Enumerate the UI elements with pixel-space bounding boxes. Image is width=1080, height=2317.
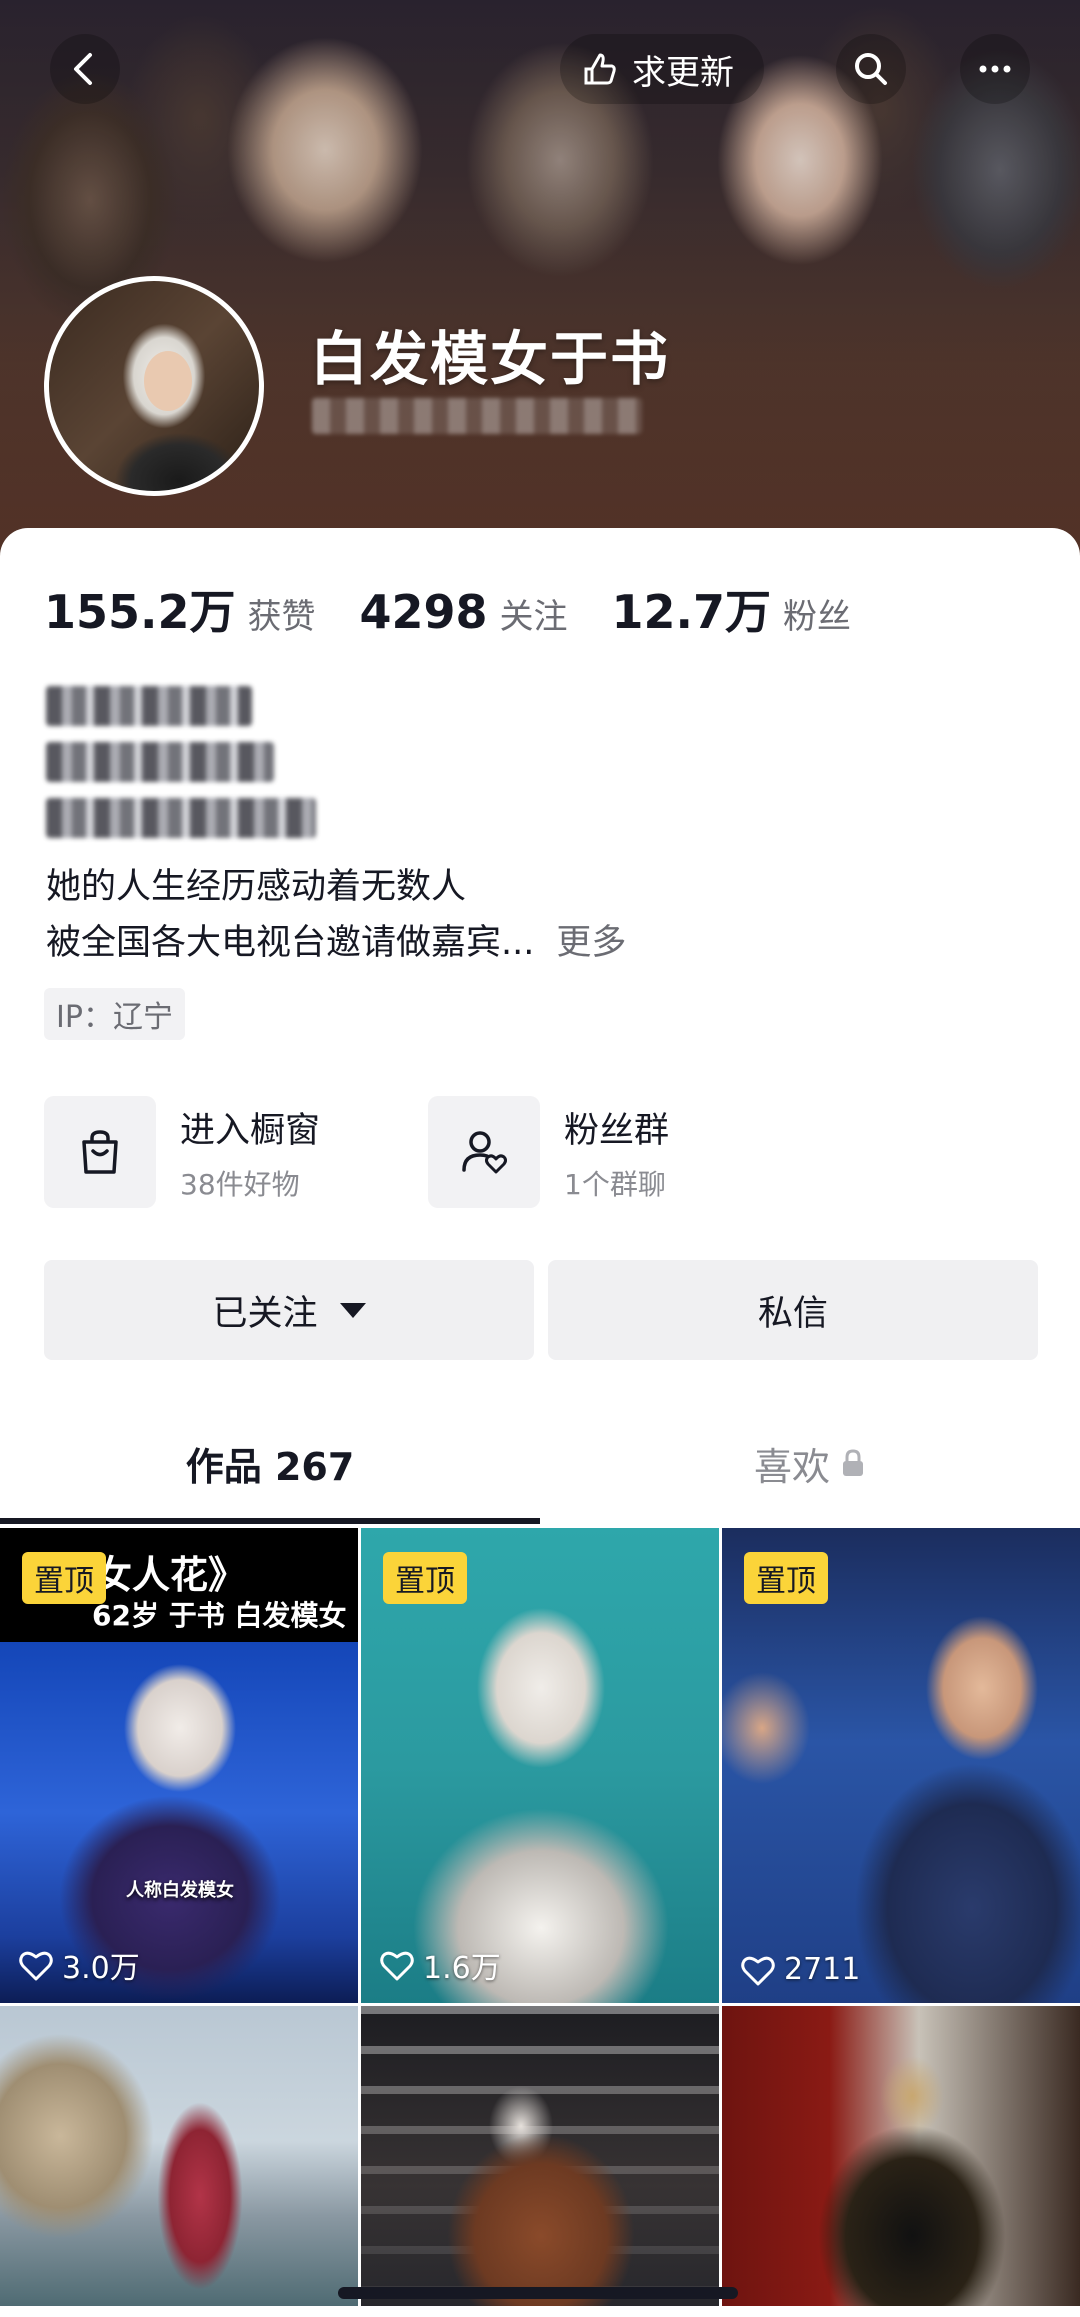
lock-icon <box>843 1449 863 1476</box>
video-thumbnail-6[interactable] <box>722 2006 1080 2306</box>
pinned-badge: 置顶 <box>744 1552 828 1604</box>
bio-blurred-line-2 <box>46 742 274 782</box>
search-button[interactable] <box>836 34 906 104</box>
pinned-badge: 置顶 <box>22 1552 106 1604</box>
video-thumbnail-2[interactable]: 置顶 1.6万 <box>361 1528 719 2003</box>
request-update-button[interactable]: 求更新 <box>560 34 764 104</box>
search-icon <box>855 53 887 85</box>
tab-likes-label: 喜欢 <box>753 1444 830 1489</box>
bio-line-1: 她的人生经历感动着无数人 <box>46 867 467 907</box>
content-tabs: 作品 267 喜欢 <box>0 1408 1080 1518</box>
fans-group-title: 粉丝群 <box>564 1110 670 1151</box>
heart-icon <box>380 1951 414 1981</box>
home-indicator[interactable] <box>338 2287 738 2299</box>
caret-down-icon <box>339 1302 366 1318</box>
message-button[interactable]: 私信 <box>548 1260 1038 1360</box>
video-3-likes-count: 2711 <box>784 1952 861 1987</box>
nickname: 白发模女于书 <box>310 325 671 393</box>
message-label: 私信 <box>757 1293 828 1334</box>
hand-icon <box>584 53 616 85</box>
followed-button[interactable]: 已关注 <box>44 1260 534 1360</box>
stat-followers[interactable]: 12.7万 粉丝 <box>612 576 852 642</box>
bio-line-2: 被全国各大电视台邀请做嘉宾... 更多 <box>46 914 626 965</box>
heart-icon <box>19 1951 53 1981</box>
video-1-likes: 3.0万 <box>18 1943 140 1987</box>
bio-more-link[interactable]: 更多 <box>556 923 626 963</box>
active-tab-indicator <box>0 1518 540 1524</box>
more-icon <box>979 65 1011 73</box>
shop-window-title: 进入橱窗 <box>180 1110 321 1151</box>
tab-likes[interactable]: 喜欢 <box>540 1408 1080 1518</box>
video-2-likes-count: 1.6万 <box>423 1951 501 1986</box>
fans-group-entry[interactable]: 粉丝群 1个群聊 <box>428 1096 669 1208</box>
video-thumbnail-1[interactable]: 《女人花》 62岁 于书 白发模女 人称白发模女 置顶 3.0万 <box>0 1528 358 2003</box>
video-1-subtitle-overlay: 62岁 于书 白发模女 <box>92 1599 347 1632</box>
stat-following[interactable]: 4298 关注 <box>360 585 568 639</box>
bio-blurred-line-3 <box>46 798 316 838</box>
followed-label: 已关注 <box>212 1293 318 1334</box>
ip-location-tag: IP：辽宁 <box>44 988 185 1040</box>
video-1-bottom-caption: 人称白发模女 <box>126 1880 234 1901</box>
video-thumbnail-3[interactable]: 置顶 2711 <box>722 1528 1080 2003</box>
request-update-label: 求更新 <box>632 52 734 93</box>
stat-likes[interactable]: 155.2万 获赞 <box>44 576 316 642</box>
fans-group-subtitle: 1个群聊 <box>564 1167 666 1201</box>
avatar[interactable] <box>44 276 264 496</box>
video-thumbnail-4[interactable] <box>0 2006 358 2306</box>
back-button[interactable] <box>50 34 120 104</box>
shopping-bag-icon <box>82 1130 118 1174</box>
stats-row: 155.2万 获赞 4298 关注 12.7万 粉丝 <box>44 576 895 642</box>
pinned-badge: 置顶 <box>383 1552 467 1604</box>
video-thumbnail-5[interactable] <box>361 2006 719 2306</box>
shop-window-subtitle: 38件好物 <box>180 1167 300 1201</box>
video-1-likes-count: 3.0万 <box>62 1951 140 1986</box>
video-2-likes: 1.6万 <box>379 1943 501 1987</box>
bio-blurred-line-1 <box>46 686 252 726</box>
user-heart-icon <box>462 1131 507 1174</box>
heart-icon <box>741 1956 775 1985</box>
chevron-left-icon <box>74 53 92 85</box>
video-3-likes: 2711 <box>740 1952 860 1987</box>
bio-line-2-text: 被全国各大电视台邀请做嘉宾... <box>46 923 535 963</box>
account-id-blurred <box>312 398 642 434</box>
tab-works-label: 作品 267 <box>185 1444 355 1489</box>
more-button[interactable] <box>960 34 1030 104</box>
shop-icon-box <box>44 1096 156 1208</box>
fans-icon-box <box>428 1096 540 1208</box>
tab-works[interactable]: 作品 267 <box>0 1408 540 1518</box>
shop-window-entry[interactable]: 进入橱窗 38件好物 <box>44 1096 320 1208</box>
